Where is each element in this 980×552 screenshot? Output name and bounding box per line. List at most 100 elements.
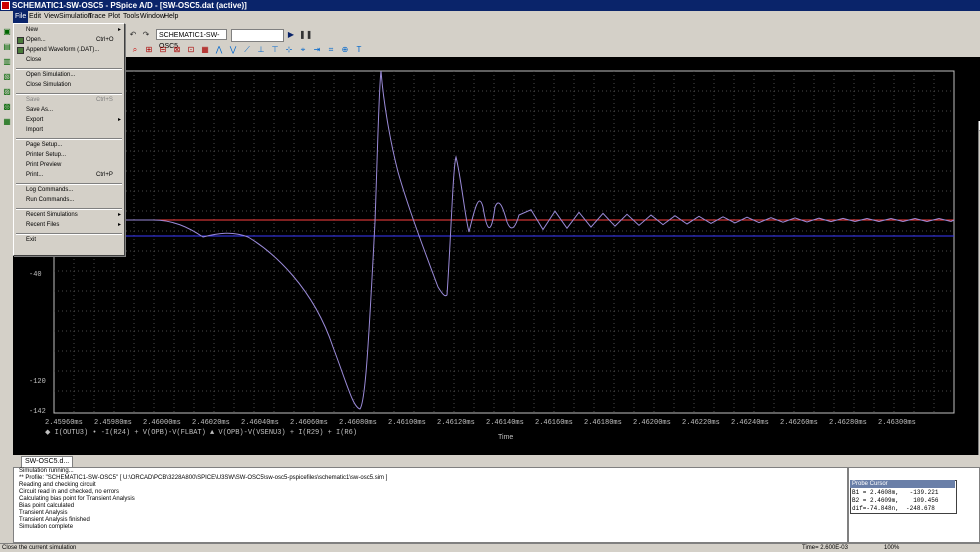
text-label-icon[interactable]: T	[352, 44, 366, 56]
file-menu-item[interactable]: Print Preview	[14, 161, 124, 170]
output-line: ** Profile: "SCHEMATIC1-SW-OSC5" [ U:\OR…	[19, 475, 388, 481]
file-menu-item[interactable]: Open... Ctrl+O	[14, 36, 124, 45]
file-menu-shortcut: Ctrl+S	[96, 97, 113, 103]
file-menu-item-label: Close Simulation	[26, 82, 72, 88]
file-menu-item[interactable]: Recent Files ▸	[14, 221, 124, 230]
paste-icon[interactable]: ▦	[0, 116, 14, 128]
zoom-in-icon[interactable]: ⌕	[128, 44, 142, 56]
cursor-max-icon[interactable]: ⊤	[268, 44, 282, 56]
x-tick-label: 2.46200ms	[633, 419, 671, 427]
cursor-trough-icon[interactable]: ⋁	[226, 44, 240, 56]
menu-separator	[16, 208, 122, 210]
play-icon[interactable]: ▶	[284, 29, 298, 41]
y-tick-label: -120	[29, 378, 46, 386]
x-tick-label: 2.46000ms	[143, 419, 181, 427]
fourier-icon[interactable]: ⊟	[156, 44, 170, 56]
menu-help[interactable]: Help	[162, 11, 180, 23]
file-menu-item-label: Open Simulation...	[26, 72, 76, 78]
pause-icon[interactable]: ❚❚	[298, 29, 312, 41]
trace-oscillation	[54, 70, 955, 410]
file-menu-item-label: Printer Setup...	[26, 152, 67, 158]
menu-separator	[16, 233, 122, 235]
toolbar: ↶ ↷ SCHEMATIC1-SW-OSC5 ▶ ❚❚ ⌕ ⊞ ⊟ ⊠ ⊡ ▦ …	[0, 23, 980, 58]
x-tick-label: 2.46060ms	[290, 419, 328, 427]
log-x-icon[interactable]: ⊞	[142, 44, 156, 56]
menu-separator	[16, 138, 122, 140]
file-menu-item-label: Save	[26, 97, 40, 103]
x-tick-label: 2.46280ms	[829, 419, 867, 427]
x-tick-label: 2.46240ms	[731, 419, 769, 427]
x-tick-label: 2.46020ms	[192, 419, 230, 427]
file-menu-item[interactable]: Exit	[14, 236, 124, 245]
file-menu-item[interactable]: Close Simulation	[14, 81, 124, 90]
output-window[interactable]: Simulation running... ** Profile: "SCHEMA…	[13, 467, 848, 543]
trace-legend[interactable]: ◆ I(OUTU3) • -I(R24) + V(OPB)-V(FLBAT) ▲…	[45, 428, 357, 437]
save-icon[interactable]: ▥	[0, 56, 14, 68]
submenu-arrow-icon: ▸	[118, 212, 122, 218]
file-menu-item[interactable]: Log Commands...	[14, 186, 124, 195]
cursor-next-icon[interactable]: ⇥	[310, 44, 324, 56]
menu-separator	[16, 68, 122, 70]
file-menu-item[interactable]: Save As...	[14, 106, 124, 115]
output-line: Circuit read in and checked, no errors	[19, 489, 120, 495]
cursor-peak-icon[interactable]: ⋀	[212, 44, 226, 56]
menu-trace[interactable]: Trace	[86, 11, 108, 23]
y-tick-label: -142	[29, 408, 46, 416]
file-menu-item[interactable]: Export ▸	[14, 116, 124, 125]
waveform-plot[interactable]: ▲ ▼	[13, 57, 980, 471]
file-menu-item[interactable]: Close	[14, 56, 124, 65]
log-y-icon[interactable]: ⊡	[184, 44, 198, 56]
cursor-point-icon[interactable]: ⊹	[282, 44, 296, 56]
file-menu-item[interactable]: Open Simulation...	[14, 71, 124, 80]
add-trace-icon[interactable]: ▦	[198, 44, 212, 56]
file-menu-item-label: Save As...	[26, 107, 54, 113]
file-menu-item[interactable]: Append Waveform (.DAT)...	[14, 46, 124, 55]
profile-combo[interactable]: SCHEMATIC1-SW-OSC5	[156, 29, 227, 50]
file-menu-item[interactable]: Printer Setup...	[14, 151, 124, 160]
output-line: Simulation complete	[19, 524, 74, 530]
toggle-cursor-icon[interactable]: ⊕	[338, 44, 352, 56]
x-tick-label: 2.46040ms	[241, 419, 279, 427]
menu-plot[interactable]: Plot	[106, 11, 122, 23]
file-menu-item[interactable]: Save Ctrl+S	[14, 96, 124, 105]
copy-icon[interactable]: ▩	[0, 101, 14, 113]
output-line: Simulation running...	[19, 468, 74, 474]
file-menu-item[interactable]: Recent Simulations ▸	[14, 211, 124, 220]
mark-label-icon[interactable]: ⌗	[324, 44, 338, 56]
plot-frame	[53, 70, 955, 414]
output-line: Transient Analysis finished	[19, 517, 90, 523]
cursor-min-icon[interactable]: ⊥	[254, 44, 268, 56]
file-menu-item-label: Append Waveform (.DAT)...	[26, 47, 100, 53]
cursor-slope-icon[interactable]: ⟋	[240, 44, 254, 56]
undo-icon[interactable]: ↶	[126, 29, 140, 41]
file-menu-item[interactable]: New ▸	[14, 26, 124, 35]
file-menu-item-label: Print Preview	[26, 162, 62, 168]
folder-open-icon	[17, 37, 24, 44]
cursor-search-icon[interactable]: ⌖	[296, 44, 310, 56]
x-tick-label: 2.46100ms	[388, 419, 426, 427]
file-menu-item-label: Run Commands...	[26, 197, 75, 203]
new-icon[interactable]: ▣	[0, 26, 14, 38]
perf-analysis-icon[interactable]: ⊠	[170, 44, 184, 56]
redo-icon[interactable]: ↷	[139, 29, 153, 41]
menu-bar: File Edit View Simulation Trace Plot Too…	[0, 11, 980, 23]
x-tick-label: 2.45960ms	[45, 419, 83, 427]
menu-separator	[16, 93, 122, 95]
plot-traces	[54, 70, 955, 410]
open-icon[interactable]: ▤	[0, 41, 14, 53]
file-menu-item[interactable]: Run Commands...	[14, 196, 124, 205]
app-icon[interactable]	[1, 1, 10, 10]
menu-edit[interactable]: Edit	[27, 11, 43, 23]
menu-file[interactable]: File	[13, 11, 29, 23]
file-menu-item[interactable]: Print... Ctrl+P	[14, 171, 124, 180]
file-menu-item[interactable]: Import	[14, 126, 124, 135]
section-combo[interactable]	[231, 29, 284, 42]
submenu-arrow-icon: ▸	[118, 222, 122, 228]
file-menu-item-label: Print...	[26, 172, 44, 178]
file-menu-item[interactable]: Page Setup...	[14, 141, 124, 150]
file-menu-item-label: Recent Files	[26, 222, 60, 228]
print-icon[interactable]: ▧	[0, 71, 14, 83]
x-tick-label: 2.46160ms	[535, 419, 573, 427]
cut-icon[interactable]: ▨	[0, 86, 14, 98]
file-menu-item-label: Import	[26, 127, 44, 133]
